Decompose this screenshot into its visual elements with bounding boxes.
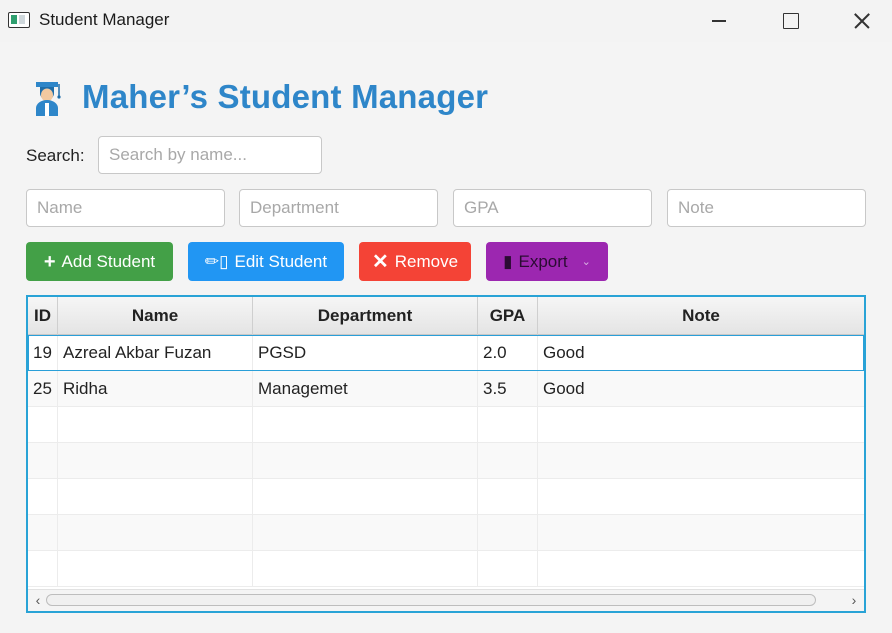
plus-icon: + — [43, 250, 56, 273]
add-student-button[interactable]: + Add Student — [26, 242, 173, 281]
scroll-right-icon[interactable]: › — [846, 592, 862, 608]
empty-cell — [478, 551, 538, 587]
maximize-button[interactable] — [754, 0, 824, 42]
export-label: Export — [518, 251, 568, 271]
empty-cell — [478, 443, 538, 479]
search-label: Search: — [26, 146, 85, 165]
empty-cell — [253, 479, 478, 515]
cell-id: 25 — [28, 371, 58, 407]
title-bar: Student Manager — [0, 0, 892, 42]
empty-cell — [28, 443, 58, 479]
cell-department: Managemet — [253, 371, 478, 407]
cell-name: Azreal Akbar Fuzan — [58, 335, 253, 371]
empty-cell — [28, 515, 58, 551]
column-header-note[interactable]: Note — [538, 297, 864, 335]
empty-cell — [538, 551, 864, 587]
page-title: Maher’s Student Manager — [82, 78, 489, 115]
cell-note: Good — [543, 379, 585, 398]
export-menu-button[interactable]: ▮ Export ⌄ — [486, 242, 608, 281]
empty-cell — [253, 443, 478, 479]
empty-cell — [253, 407, 478, 443]
app-icon — [8, 12, 30, 28]
empty-cell — [253, 515, 478, 551]
edit-student-button[interactable]: ✏▯ Edit Student — [188, 242, 344, 281]
column-header-gpa[interactable]: GPA — [478, 297, 538, 335]
empty-cell — [253, 551, 478, 587]
department-field[interactable] — [239, 189, 438, 227]
column-header-id[interactable]: ID — [28, 297, 58, 335]
column-header-name[interactable]: Name — [58, 297, 253, 335]
pencil-icon: ✏▯ — [204, 251, 229, 271]
cell-id: 19 — [28, 335, 58, 371]
add-student-label: Add Student — [61, 251, 156, 271]
table-body: 19 Azreal Akbar Fuzan PGSD 2.0 Good 25 R… — [28, 335, 864, 587]
empty-row — [28, 551, 864, 587]
cell-gpa: 3.5 — [478, 371, 538, 407]
empty-cell — [58, 515, 253, 551]
table-row[interactable]: 25 Ridha Managemet 3.5 Good — [28, 371, 864, 407]
empty-cell — [28, 551, 58, 587]
search-input[interactable] — [98, 136, 322, 174]
empty-row — [28, 443, 864, 479]
students-table[interactable]: ID Name Department GPA Note 19 Azreal Ak… — [26, 295, 866, 613]
student-graduate-icon — [36, 82, 61, 116]
empty-cell — [478, 407, 538, 443]
file-icon: ▮ — [503, 251, 513, 271]
column-header-department[interactable]: Department — [253, 297, 478, 335]
cell-department: PGSD — [253, 335, 478, 371]
cell-name: Ridha — [58, 371, 253, 407]
remove-button[interactable]: ✕ Remove — [359, 242, 471, 281]
empty-row — [28, 479, 864, 515]
empty-row — [28, 407, 864, 443]
empty-cell — [538, 407, 864, 443]
gpa-field[interactable] — [453, 189, 652, 227]
cell-gpa: 2.0 — [478, 335, 538, 371]
empty-cell — [538, 515, 864, 551]
scrollbar-thumb[interactable] — [46, 594, 816, 606]
empty-cell — [58, 479, 253, 515]
remove-label: Remove — [394, 251, 459, 271]
empty-cell — [538, 443, 864, 479]
empty-cell — [538, 479, 864, 515]
horizontal-scrollbar[interactable]: ‹ › — [28, 589, 864, 611]
empty-cell — [58, 551, 253, 587]
empty-cell — [58, 443, 253, 479]
chevron-down-icon[interactable]: ⌄ — [582, 255, 591, 268]
empty-cell — [28, 479, 58, 515]
close-button[interactable] — [824, 0, 892, 42]
empty-cell — [58, 407, 253, 443]
x-icon: ✕ — [371, 250, 389, 273]
edit-student-label: Edit Student — [234, 251, 328, 271]
name-field[interactable] — [26, 189, 225, 227]
scroll-left-icon[interactable]: ‹ — [30, 592, 46, 608]
note-field[interactable] — [667, 189, 866, 227]
window-title: Student Manager — [39, 10, 170, 29]
minimize-button[interactable] — [683, 0, 753, 42]
table-row[interactable]: 19 Azreal Akbar Fuzan PGSD 2.0 Good — [28, 335, 864, 371]
empty-row — [28, 515, 864, 551]
table-header: ID Name Department GPA Note — [28, 297, 864, 335]
empty-cell — [478, 515, 538, 551]
empty-cell — [28, 407, 58, 443]
cell-note: Good — [543, 343, 585, 362]
empty-cell — [478, 479, 538, 515]
